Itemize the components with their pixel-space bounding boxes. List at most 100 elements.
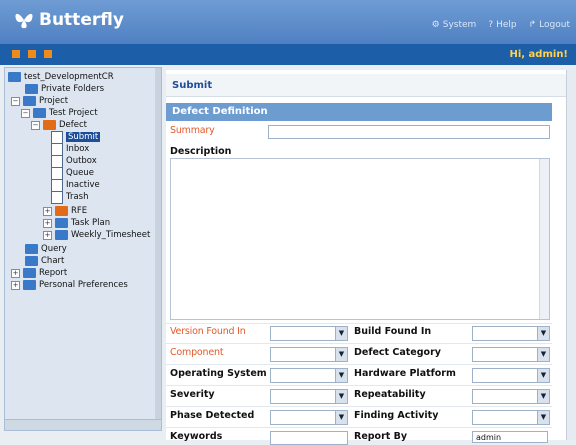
logout-link[interactable]: ↱ Logout: [529, 20, 570, 30]
tree-task-plan[interactable]: + Task Plan: [43, 217, 110, 229]
tree-horizontal-scrollbar[interactable]: [5, 419, 161, 430]
tree-project[interactable]: − Project: [11, 95, 68, 107]
operating-system-select[interactable]: ▼: [270, 368, 348, 383]
tree-queue[interactable]: Queue: [51, 166, 94, 180]
hardware-platform-label: Hardware Platform: [354, 368, 456, 379]
tree-report[interactable]: + Report: [11, 267, 67, 279]
chevron-down-icon: ▼: [537, 390, 549, 403]
tree-root[interactable]: test_DevelopmentCR: [8, 71, 114, 83]
main-scrollbar[interactable]: [566, 70, 576, 440]
chevron-down-icon: ▼: [335, 327, 347, 340]
toolbar-square-icon-2[interactable]: [28, 50, 36, 58]
chevron-down-icon: ▼: [335, 390, 347, 403]
chevron-down-icon: ▼: [335, 369, 347, 382]
app-name: Butterfly: [39, 10, 124, 30]
toolbar: Hi, admin!: [0, 44, 576, 65]
tree-inbox[interactable]: Inbox: [51, 142, 89, 156]
summary-input[interactable]: [268, 125, 550, 139]
tree-query[interactable]: Query: [25, 243, 67, 255]
butterfly-icon: [15, 13, 33, 29]
severity-label: Severity: [170, 389, 215, 400]
finding-activity-label: Finding Activity: [354, 410, 439, 421]
keywords-input[interactable]: [270, 431, 348, 445]
collapse-icon[interactable]: −: [31, 120, 40, 130]
system-link[interactable]: ⚙ System: [432, 20, 477, 30]
folder-icon: [33, 108, 46, 118]
expand-icon[interactable]: +: [43, 218, 52, 228]
folder-icon: [25, 256, 38, 266]
folder-icon: [23, 268, 36, 278]
project-root-icon: [8, 72, 21, 82]
version-found-in-select[interactable]: ▼: [270, 326, 348, 341]
description-label: Description: [170, 146, 232, 157]
toolbar-buttons: [12, 50, 52, 58]
summary-label: Summary: [170, 125, 215, 136]
chevron-down-icon: ▼: [335, 411, 347, 424]
breadcrumb: Submit: [166, 74, 566, 97]
greeting: Hi, admin!: [509, 49, 568, 60]
collapse-icon[interactable]: −: [11, 96, 20, 106]
finding-activity-select[interactable]: ▼: [472, 410, 550, 425]
tree-submit[interactable]: Submit: [51, 130, 101, 144]
tree-private-folders[interactable]: Private Folders: [25, 83, 104, 95]
expand-icon[interactable]: +: [43, 230, 52, 240]
hardware-platform-select[interactable]: ▼: [472, 368, 550, 383]
help-icon: ?: [488, 20, 494, 30]
version-found-in-label: Version Found In: [170, 326, 246, 337]
top-nav: ⚙ System ? Help ↱ Logout: [432, 20, 570, 30]
tree-chart[interactable]: Chart: [25, 255, 64, 267]
app-logo[interactable]: Butterfly: [14, 10, 124, 30]
component-select[interactable]: ▼: [270, 347, 348, 362]
description-textarea[interactable]: [170, 158, 550, 320]
chevron-down-icon: ▼: [335, 348, 347, 361]
app-header: Butterfly ⚙ System ? Help ↱ Logout: [0, 0, 576, 44]
tree-rfe[interactable]: + RFE: [43, 205, 87, 217]
tree-defect[interactable]: − Defect: [31, 119, 87, 131]
chevron-down-icon: ▼: [537, 411, 549, 424]
task-plan-icon: [55, 218, 68, 228]
defect-icon: [43, 120, 56, 130]
tree-weekly-timesheet[interactable]: + Weekly_Timesheet: [43, 229, 150, 241]
operating-system-label: Operating System: [170, 368, 267, 379]
folder-icon: [23, 280, 36, 290]
tree-test-project[interactable]: − Test Project: [21, 107, 98, 119]
folder-icon: [25, 84, 38, 94]
report-by-input[interactable]: admin: [472, 431, 548, 443]
tree-vertical-scrollbar[interactable]: [155, 68, 161, 420]
collapse-icon[interactable]: −: [21, 108, 30, 118]
description-scrollbar[interactable]: [539, 159, 549, 319]
logout-icon: ↱: [528, 20, 537, 30]
folder-icon: [23, 96, 36, 106]
navigation-tree: test_DevelopmentCR Private Folders − Proj…: [4, 67, 162, 431]
help-link[interactable]: ? Help: [488, 20, 516, 30]
main-panel: Submit Defect Definition Summary Descrip…: [166, 70, 566, 445]
section-header: Defect Definition: [166, 103, 552, 121]
keywords-label: Keywords: [170, 431, 223, 442]
chevron-down-icon: ▼: [537, 369, 549, 382]
defect-category-label: Defect Category: [354, 347, 441, 358]
severity-select[interactable]: ▼: [270, 389, 348, 404]
timesheet-icon: [55, 230, 68, 240]
expand-icon[interactable]: +: [11, 268, 20, 278]
repeatability-label: Repeatability: [354, 389, 426, 400]
toolbar-square-icon-1[interactable]: [12, 50, 20, 58]
component-label: Component: [170, 347, 224, 358]
folder-icon: [25, 244, 38, 254]
chevron-down-icon: ▼: [537, 327, 549, 340]
tree-trash[interactable]: Trash: [51, 190, 88, 204]
tree-personal-preferences[interactable]: + Personal Preferences: [11, 279, 128, 291]
build-found-in-select[interactable]: ▼: [472, 326, 550, 341]
phase-detected-select[interactable]: ▼: [270, 410, 348, 425]
expand-icon[interactable]: +: [43, 206, 52, 216]
phase-detected-label: Phase Detected: [170, 410, 255, 421]
rfe-icon: [55, 206, 68, 216]
defect-category-select[interactable]: ▼: [472, 347, 550, 362]
tree-outbox[interactable]: Outbox: [51, 154, 97, 168]
build-found-in-label: Build Found In: [354, 326, 432, 337]
tree-inactive[interactable]: Inactive: [51, 178, 100, 192]
toolbar-square-icon-3[interactable]: [44, 50, 52, 58]
repeatability-select[interactable]: ▼: [472, 389, 550, 404]
expand-icon[interactable]: +: [11, 280, 20, 290]
trash-icon: [51, 190, 63, 204]
report-by-label: Report By: [354, 431, 408, 442]
